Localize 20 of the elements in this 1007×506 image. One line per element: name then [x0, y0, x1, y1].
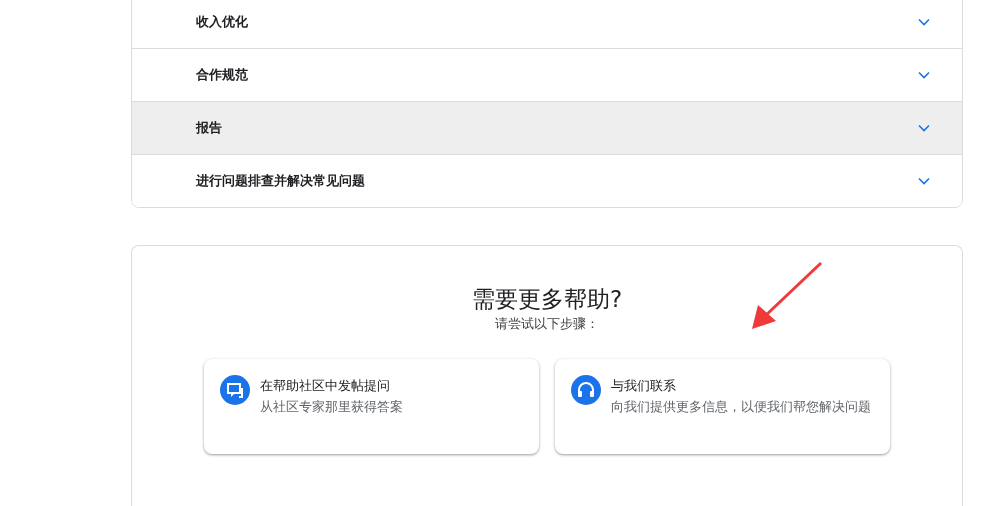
topic-label: 收入优化	[196, 12, 249, 31]
topic-label: 合作规范	[196, 66, 249, 84]
chevron-down-icon	[918, 177, 930, 185]
option-title: 在帮助社区中发帖提问	[260, 377, 391, 395]
topic-label: 报告	[196, 119, 223, 137]
topic-row[interactable]: 报告	[132, 101, 962, 154]
help-title: 需要更多帮助?	[471, 285, 623, 314]
help-subtitle: 请尝试以下步骤：	[495, 315, 599, 333]
option-card[interactable]: 在帮助社区中发帖提问 从社区专家那里获得答案	[204, 359, 539, 454]
chevron-down-icon	[918, 124, 930, 132]
topic-row[interactable]: 进行问题排查并解决常见问题	[132, 154, 962, 207]
option-description: 向我们提供更多信息，以便我们帮您解决问题	[611, 398, 871, 416]
headset-icon	[571, 375, 601, 405]
option-description: 从社区专家那里获得答案	[260, 398, 403, 416]
chevron-down-icon	[918, 17, 930, 26]
chevron-down-icon	[918, 71, 930, 79]
option-card[interactable]: 与我们联系 向我们提供更多信息，以便我们帮您解决问题	[555, 359, 890, 454]
option-title: 与我们联系	[611, 377, 677, 395]
chat-icon	[220, 375, 250, 405]
topic-label: 进行问题排查并解决常见问题	[196, 172, 366, 190]
